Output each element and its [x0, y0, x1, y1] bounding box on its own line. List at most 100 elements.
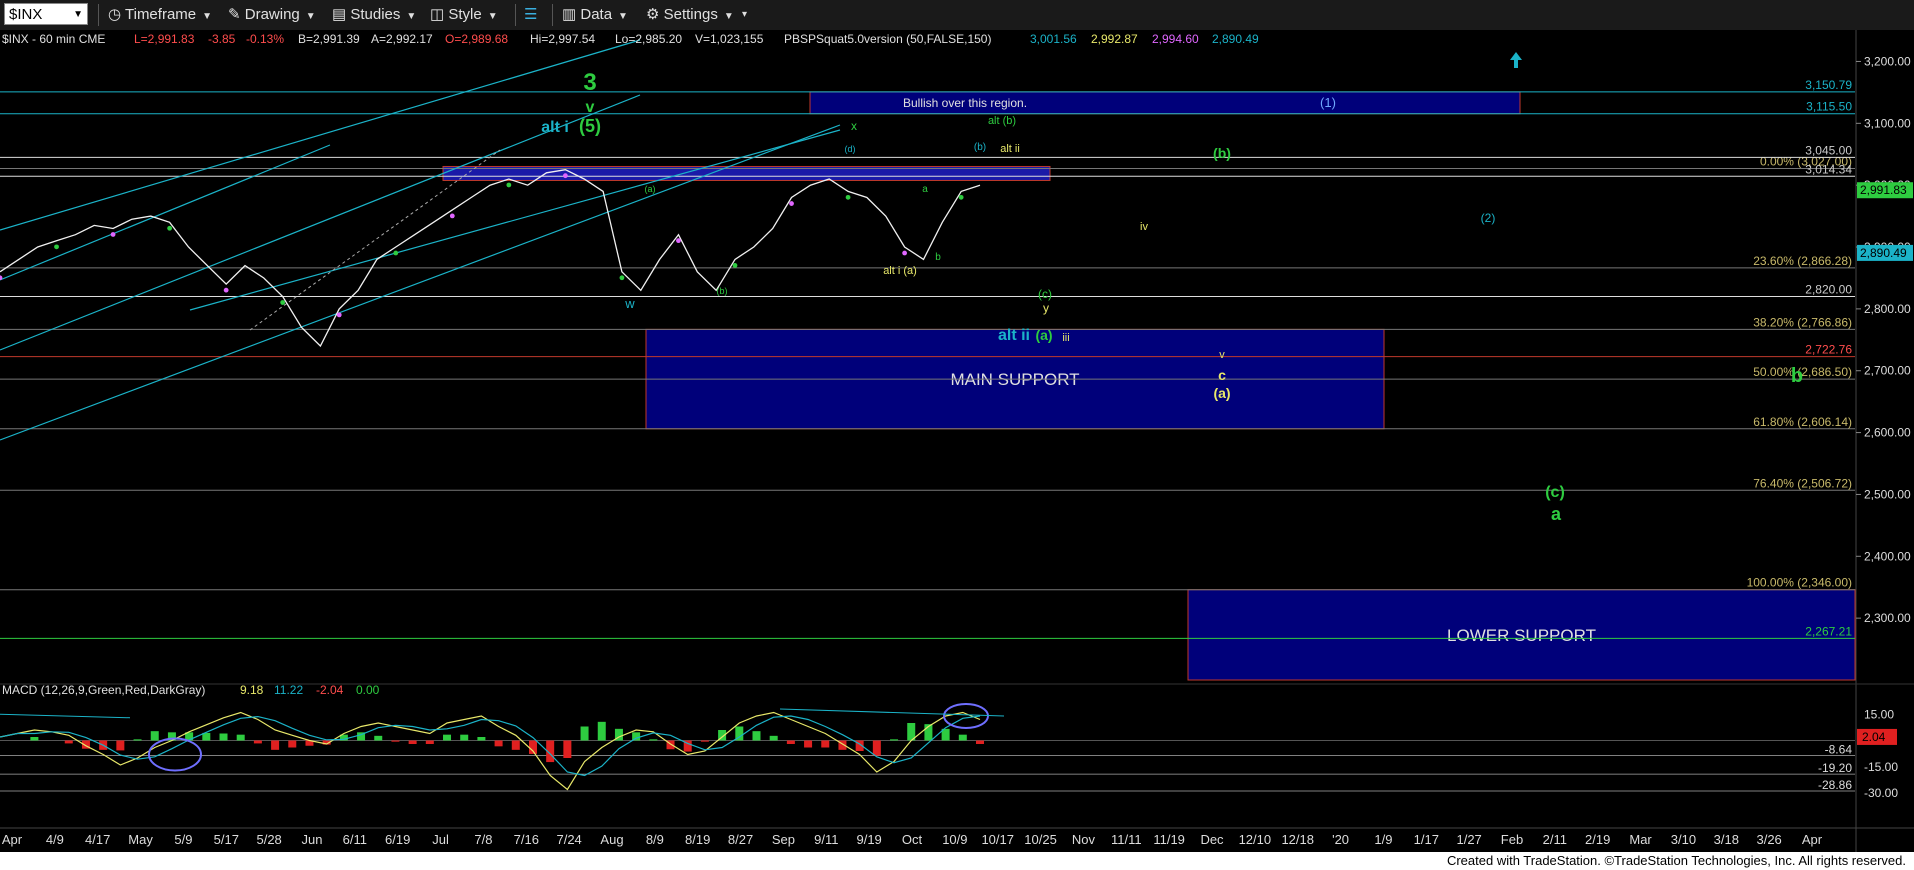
gear-icon: ⚙ — [646, 6, 660, 23]
drawing-menu[interactable]: ✎ Drawing ▼ — [228, 4, 316, 26]
price-chart[interactable]: Bullish over this region. (1)MAIN SUPPORT… — [0, 30, 1914, 870]
toolbar-divider — [552, 4, 553, 26]
x-tick-label: Nov — [1072, 832, 1096, 847]
x-tick-label: 11/19 — [1153, 832, 1185, 847]
toolbar-divider — [515, 4, 516, 26]
wave-label: v — [1219, 349, 1225, 361]
header-high: Hi=2,997.54 — [530, 32, 595, 46]
y-tick-label: 2,800.00 — [1864, 302, 1911, 316]
macd-histogram-bar — [649, 739, 658, 741]
chevron-down-icon: ▼ — [487, 11, 498, 22]
timeframe-label: Timeframe — [125, 6, 197, 23]
settings-menu[interactable]: ⚙ Settings ▼ — [646, 4, 734, 26]
wave-label: alt ii — [998, 327, 1030, 344]
toolbar-divider — [98, 4, 99, 26]
x-tick-label: 4/17 — [85, 832, 110, 847]
header-ask: A=2,992.17 — [371, 32, 433, 46]
settings-label: Settings — [663, 6, 718, 23]
level-label: 2,722.76 — [1805, 343, 1852, 357]
x-tick-label: Jun — [302, 832, 323, 847]
layout-button[interactable]: ☰ — [524, 4, 537, 26]
wave-label: (2) — [1481, 211, 1496, 225]
macd-y-label: -15.00 — [1864, 760, 1898, 774]
data-menu[interactable]: ▥ Data ▼ — [562, 4, 628, 26]
clock-icon: ◷ — [108, 6, 122, 23]
x-tick-label: 6/19 — [385, 832, 410, 847]
fib-label: 76.40% (2,506.72) — [1753, 476, 1852, 490]
wave-label: (5) — [579, 116, 601, 136]
macd-histogram-bar — [288, 740, 297, 748]
macd-label: MACD (12,26,9,Green,Red,DarkGray) — [2, 683, 205, 697]
level-label: 3,045.00 — [1805, 143, 1852, 157]
macd-histogram-bar — [700, 740, 709, 742]
macd-histogram-bar — [219, 733, 228, 741]
macd-histogram-bar — [374, 735, 383, 741]
x-tick-label: 10/9 — [942, 832, 967, 847]
wave-label: a — [1551, 504, 1562, 524]
header-change: -3.85 — [208, 32, 236, 46]
macd-histogram-bar — [890, 739, 899, 741]
x-tick-label: 1/9 — [1374, 832, 1392, 847]
marker-label: 3,115.50 — [1806, 100, 1852, 114]
y-tick-label: 2,400.00 — [1864, 549, 1911, 563]
signal-dot — [54, 244, 59, 250]
wave-label: b — [935, 252, 941, 263]
timeframe-menu[interactable]: ◷ Timeframe ▼ — [108, 4, 212, 26]
chart-background — [0, 30, 1914, 870]
footer: Created with TradeStation. ©TradeStation… — [0, 852, 1914, 870]
toolbar-overflow-icon[interactable]: ▾ — [742, 4, 747, 26]
header-open: O=2,989.68 — [445, 32, 508, 46]
symbol-text: $INX — [9, 6, 43, 23]
x-tick-label: Jul — [432, 832, 449, 847]
x-tick-label: 4/9 — [46, 832, 64, 847]
macd-histogram-bar — [976, 740, 984, 744]
x-tick-label: 8/27 — [728, 832, 753, 847]
x-tick-label: 11/11 — [1111, 832, 1142, 847]
signal-dot — [167, 225, 173, 231]
fib-label: 100.00% (2,346.00) — [1747, 576, 1852, 590]
macd-value: -2.04 — [316, 683, 344, 697]
signal-dot — [732, 262, 738, 268]
x-tick-label: 7/8 — [474, 832, 492, 847]
header-study-value: 2,992.87 — [1091, 32, 1138, 46]
chevron-down-icon: ▼ — [618, 11, 628, 22]
symbol-input[interactable]: $INX ▼ — [4, 3, 88, 25]
macd-histogram-bar — [769, 735, 778, 741]
header-study-value: 2,994.60 — [1152, 32, 1199, 46]
toolbar: $INX ▼ ◷ Timeframe ▼ ✎ Drawing ▼ ▤ Studies ▼… — [0, 0, 1914, 31]
style-icon: ◫ — [430, 6, 445, 23]
region-label: LOWER SUPPORT — [1447, 626, 1596, 645]
style-menu[interactable]: ◫ Style ▼ — [430, 4, 498, 26]
fib-label: 61.80% (2,606.14) — [1753, 415, 1852, 429]
wave-label: alt i (a) — [883, 265, 917, 277]
x-tick-label: Sep — [772, 832, 795, 847]
macd-current-label: 2.04 — [1862, 730, 1886, 744]
studies-menu[interactable]: ▤ Studies ▼ — [332, 4, 416, 26]
wave-label: (d) — [845, 144, 856, 154]
macd-histogram-bar — [752, 731, 761, 741]
macd-histogram-bar — [253, 740, 262, 744]
macd-histogram-bar — [804, 740, 813, 748]
region-sublabel: (1) — [1320, 95, 1336, 110]
signal-dot — [562, 173, 568, 179]
y-tick-label: 3,100.00 — [1864, 116, 1911, 130]
x-tick-label: May — [128, 832, 153, 847]
macd-y-label: 15.00 — [1864, 707, 1894, 721]
wave-label: y — [1043, 301, 1049, 315]
x-tick-label: 8/9 — [646, 832, 664, 847]
y-tick-label: 2,500.00 — [1864, 487, 1911, 501]
header-symbol: $INX - 60 min CME — [2, 32, 105, 46]
x-tick-label: 9/19 — [856, 832, 881, 847]
x-tick-label: 8/19 — [685, 832, 710, 847]
macd-level-label: -19.20 — [1818, 761, 1852, 775]
macd-histogram-bar — [116, 740, 125, 751]
wave-label: (b) — [974, 142, 986, 153]
macd-histogram-bar — [443, 734, 452, 741]
signal-dot — [336, 312, 342, 318]
chart-header: $INX - 60 min CME L=2,991.83 -3.85 -0.13… — [2, 32, 1259, 46]
macd-histogram-bar — [872, 740, 881, 756]
macd-histogram-bar — [511, 740, 520, 750]
x-tick-label: Mar — [1629, 832, 1652, 847]
style-label: Style — [448, 6, 482, 23]
x-tick-label: 12/10 — [1239, 832, 1272, 847]
